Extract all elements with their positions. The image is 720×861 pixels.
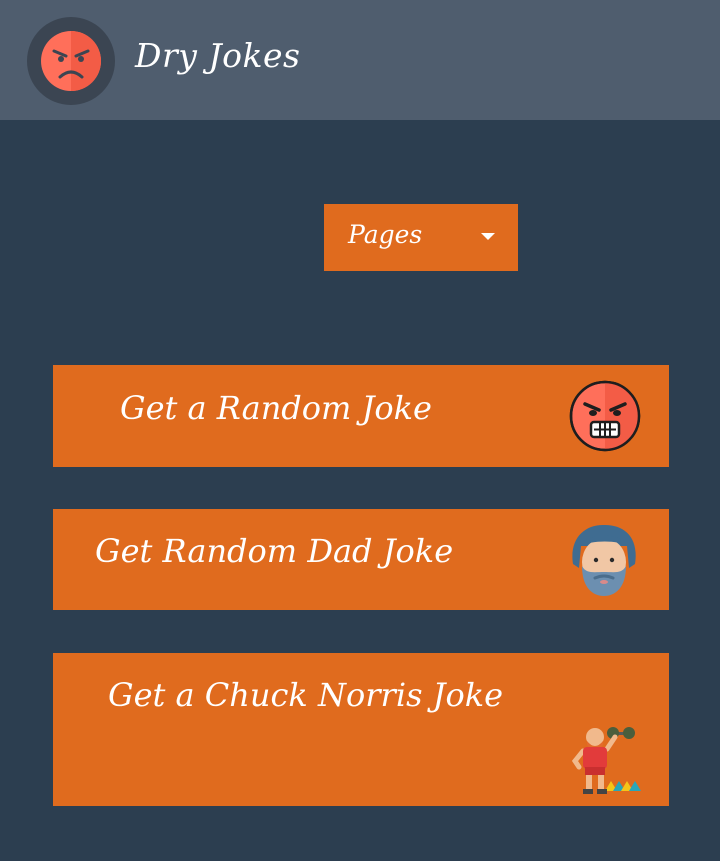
- chuck-norris-joke-label: Get a Chuck Norris Joke: [108, 676, 504, 714]
- weightlifter-icon: [571, 727, 641, 794]
- pages-dropdown[interactable]: Pages: [324, 204, 518, 271]
- angry-face-gritted-teeth-icon: [569, 380, 641, 452]
- chuck-norris-joke-button[interactable]: Get a Chuck Norris Joke: [53, 653, 669, 806]
- angry-face-icon[interactable]: [27, 17, 115, 105]
- dad-joke-button[interactable]: Get Random Dad Joke: [53, 509, 669, 610]
- navbar: Dry Jokes: [0, 0, 720, 120]
- bearded-man-icon: [572, 524, 636, 596]
- dad-joke-label: Get Random Dad Joke: [95, 532, 454, 570]
- brand-title[interactable]: Dry Jokes: [135, 36, 300, 75]
- pages-dropdown-label: Pages: [348, 220, 423, 249]
- random-joke-label: Get a Random Joke: [120, 389, 432, 427]
- caret-down-icon: [481, 233, 495, 240]
- random-joke-button[interactable]: Get a Random Joke: [53, 365, 669, 467]
